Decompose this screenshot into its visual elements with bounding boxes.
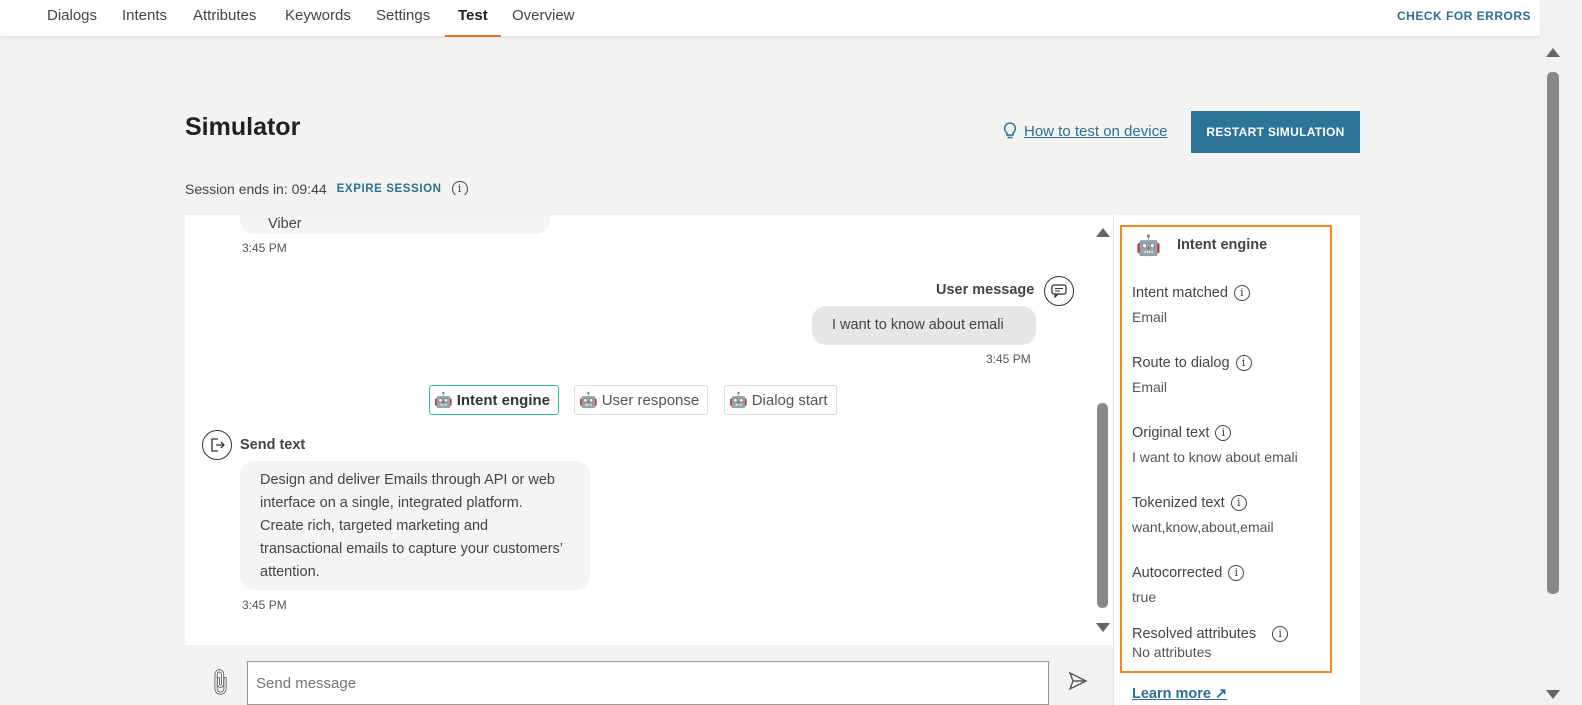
chip-label: Dialog start xyxy=(751,391,828,409)
lightbulb-icon xyxy=(1003,122,1017,139)
field-value: I want to know about emali xyxy=(1132,449,1298,465)
timestamp: 3:45 PM xyxy=(986,352,1031,366)
field-label: Intent matched xyxy=(1132,285,1228,301)
field-label: Original text xyxy=(1132,425,1210,441)
field-value: No attributes xyxy=(1132,644,1212,660)
message-text: Viber xyxy=(268,216,302,232)
bot-message-bubble: Design and deliver Emails through API or… xyxy=(240,461,590,590)
tab-overview[interactable]: Overview xyxy=(512,0,575,37)
robot-icon: 🤖 xyxy=(434,392,453,409)
intent-engine-title: Intent engine xyxy=(1177,237,1268,253)
how-to-test-link[interactable]: How to test on device xyxy=(1002,122,1167,140)
field-label: Autocorrected xyxy=(1132,565,1223,581)
tab-intents[interactable]: Intents xyxy=(122,0,167,37)
field-value: Email xyxy=(1132,379,1168,395)
info-icon[interactable]: i xyxy=(1233,285,1250,301)
robot-icon: 🤖 xyxy=(579,392,598,409)
robot-icon: 🤖 xyxy=(729,392,748,409)
send-icon[interactable] xyxy=(1068,671,1088,696)
tab-attributes[interactable]: Attributes xyxy=(193,0,256,37)
chat-bubble-icon xyxy=(1044,276,1074,306)
chip-user-response[interactable]: 🤖 User response xyxy=(574,385,709,415)
info-icon[interactable]: i xyxy=(1228,565,1245,581)
intent-engine-panel: 🤖 Intent engine Intent matched i Email Rou… xyxy=(1120,225,1332,673)
learn-more-link[interactable]: Learn more ↗ xyxy=(1132,686,1227,702)
field-value: true xyxy=(1132,589,1157,605)
field-intent-matched: Intent matched i Email xyxy=(1132,285,1250,325)
tab-test[interactable]: Test xyxy=(445,0,501,37)
page-scroll-up-arrow[interactable] xyxy=(1546,48,1560,57)
check-for-errors-button[interactable]: CHECK FOR ERRORS xyxy=(1397,9,1531,23)
send-text-label: Send text xyxy=(240,437,306,453)
tab-keywords[interactable]: Keywords xyxy=(285,0,351,37)
chip-label: Intent engine xyxy=(456,391,551,409)
field-tokenized-text: Tokenized text i want,know,about,email xyxy=(1132,495,1274,535)
field-label: Tokenized text xyxy=(1132,495,1225,511)
field-value: want,know,about,email xyxy=(1132,519,1274,535)
page-scroll-down-arrow[interactable] xyxy=(1546,690,1560,699)
chip-label: User response xyxy=(601,391,700,409)
top-nav: Dialogs Intents Attributes Keywords Sett… xyxy=(0,0,1540,37)
field-value: Email xyxy=(1132,309,1168,325)
user-message-label: User message xyxy=(936,282,1035,298)
field-resolved-attributes: Resolved attributes i No attributes xyxy=(1132,626,1289,660)
message-input[interactable] xyxy=(247,661,1049,705)
expire-session-button[interactable]: EXPIRE SESSION xyxy=(337,183,442,195)
field-original-text: Original text i I want to know about emali xyxy=(1132,425,1298,465)
message-text: Design and deliver Emails through API or… xyxy=(260,472,563,580)
tab-settings[interactable]: Settings xyxy=(376,0,430,37)
info-icon[interactable]: i xyxy=(1215,425,1232,441)
field-label: Resolved attributes xyxy=(1132,626,1257,642)
page-scrollbar[interactable] xyxy=(1547,72,1559,594)
scroll-up-arrow[interactable] xyxy=(1096,228,1110,237)
scroll-down-arrow[interactable] xyxy=(1096,623,1110,632)
message-text: I want to know about emali xyxy=(832,317,1004,333)
field-label: Route to dialog xyxy=(1132,355,1230,371)
page-title: Simulator xyxy=(185,113,301,141)
send-text-icon xyxy=(202,430,232,460)
info-icon[interactable]: i xyxy=(1272,626,1289,642)
external-link-icon: ↗ xyxy=(1215,686,1228,702)
tab-dialogs[interactable]: Dialogs xyxy=(47,0,97,37)
chat-scrollbar[interactable] xyxy=(1097,403,1108,608)
chip-dialog-start[interactable]: 🤖 Dialog start xyxy=(724,385,837,415)
timestamp: 3:45 PM xyxy=(242,241,287,255)
restart-simulation-button[interactable]: RESTART SIMULATION xyxy=(1191,111,1360,153)
how-to-test-label[interactable]: How to test on device xyxy=(1024,123,1167,140)
info-icon[interactable]: i xyxy=(1230,495,1247,511)
timestamp: 3:45 PM xyxy=(242,598,287,612)
chip-intent-engine[interactable]: 🤖 Intent engine xyxy=(429,385,560,415)
learn-more-label[interactable]: Learn more xyxy=(1132,686,1211,702)
field-autocorrected: Autocorrected i true xyxy=(1132,565,1245,605)
robot-icon: 🤖 xyxy=(1136,235,1161,257)
user-message-bubble: I want to know about emali xyxy=(812,306,1036,345)
field-route-to-dialog: Route to dialog i Email xyxy=(1132,355,1252,395)
info-icon[interactable]: i xyxy=(1235,355,1252,371)
